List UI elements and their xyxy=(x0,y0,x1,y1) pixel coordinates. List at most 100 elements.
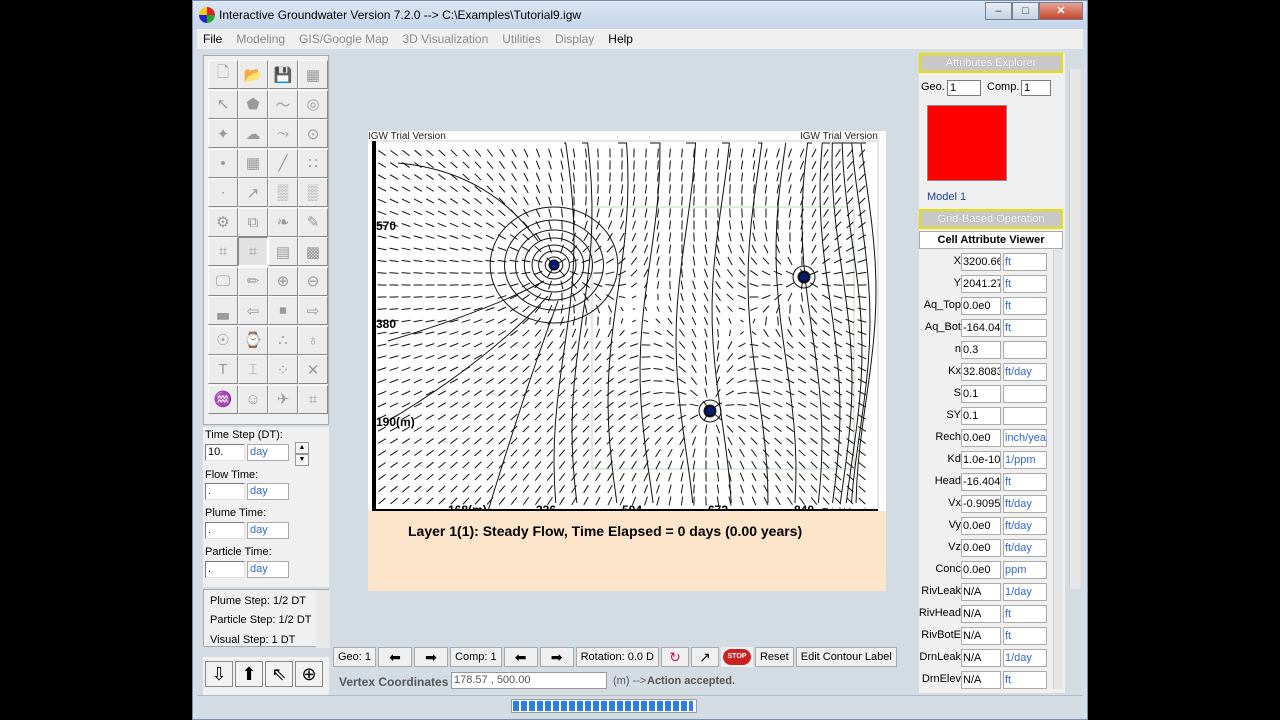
dot-icon[interactable]: • xyxy=(208,148,238,178)
grid-icon[interactable]: ⌗ xyxy=(208,237,238,266)
pan-up-icon[interactable]: ⬆ xyxy=(235,661,263,687)
attr-unit[interactable]: ft xyxy=(1003,253,1047,271)
vertex-line-icon[interactable]: ╱ xyxy=(268,148,298,178)
attr-value[interactable]: 0.0e0 xyxy=(961,297,1001,315)
model-color-swatch[interactable] xyxy=(927,105,1007,181)
plume-time-unit[interactable]: day xyxy=(247,522,289,539)
maximize-icon[interactable]: □ xyxy=(1012,2,1039,20)
monitor-icon[interactable]: 🖵 xyxy=(208,266,238,296)
reset-button[interactable]: Reset xyxy=(754,647,794,667)
comp-field[interactable]: 1 xyxy=(1021,80,1051,96)
attr-unit[interactable]: ft xyxy=(1003,671,1047,689)
attr-value[interactable]: 1.0e-10 xyxy=(961,451,1001,469)
grid-fill-icon[interactable]: ▩ xyxy=(298,237,328,266)
attr-unit[interactable]: ft/day xyxy=(1003,517,1047,535)
spin-up-icon[interactable]: ▲ xyxy=(295,442,309,454)
left-arrow-icon[interactable]: ⇦ xyxy=(238,296,268,325)
pumping-well-3[interactable] xyxy=(704,405,716,417)
attr-value[interactable]: -0.9095; xyxy=(961,495,1001,513)
attr-value[interactable]: 32.8083 xyxy=(961,363,1001,381)
menu-utilities[interactable]: Utilities xyxy=(496,32,549,46)
polyline-icon[interactable]: 〜 xyxy=(268,89,298,119)
hatched-leaf-icon[interactable]: ▒ xyxy=(268,178,298,207)
rotate-icon[interactable]: ↻ xyxy=(660,647,689,667)
time-step-spinner[interactable]: ▲ ▼ xyxy=(295,442,309,466)
attr-unit[interactable] xyxy=(1003,341,1047,359)
edit-contour-label-button[interactable]: Edit Contour Label xyxy=(795,647,897,667)
attr-value[interactable]: 3200.66 xyxy=(961,253,1001,271)
flow-time-input[interactable]: . xyxy=(205,483,245,500)
contour-flow-map[interactable] xyxy=(368,131,886,511)
pointer-star-icon[interactable]: ↗ xyxy=(238,178,268,207)
plume-time-input[interactable]: . xyxy=(205,522,245,539)
particle-time-input[interactable]: . xyxy=(205,561,245,578)
attr-value[interactable]: 0.1 xyxy=(961,385,1001,403)
tilt-icon[interactable]: ↗ xyxy=(690,647,719,667)
polygon-icon[interactable]: ⬟ xyxy=(238,89,268,119)
attr-value[interactable]: 0.0e0 xyxy=(961,561,1001,579)
menu-3d-visualization[interactable]: 3D Visualization xyxy=(396,32,496,46)
close-icon[interactable]: ✕ xyxy=(1039,2,1083,20)
time-step-input[interactable]: 10. xyxy=(205,444,245,461)
dots-grid-icon[interactable]: ∷ xyxy=(298,148,328,178)
comp-next-icon[interactable]: ➡ xyxy=(539,647,574,667)
attr-value[interactable]: 0.0e0 xyxy=(961,429,1001,447)
attr-value[interactable]: N/A xyxy=(961,671,1001,689)
stop-sign-icon[interactable]: ⏹ xyxy=(268,296,298,325)
right-arrow-icon[interactable]: ⇨ xyxy=(298,296,328,325)
open-folder-icon[interactable]: 📂 xyxy=(238,60,268,89)
title-bar[interactable]: Interactive Groundwater Version 7.2.0 --… xyxy=(193,1,1087,29)
menu-gis-google-map[interactable]: GIS/Google Map xyxy=(293,32,396,46)
attr-unit[interactable]: ft xyxy=(1003,627,1047,645)
attr-unit[interactable]: ft/day xyxy=(1003,495,1047,513)
brush-icon[interactable]: ✏ xyxy=(238,266,268,296)
attr-value[interactable]: N/A xyxy=(961,583,1001,601)
zoom-out-icon[interactable]: ⊖ xyxy=(298,266,328,296)
minimize-icon[interactable]: – xyxy=(985,2,1012,20)
attributes-explorer-header[interactable]: Attributes Explorer xyxy=(919,53,1063,73)
new-file-icon[interactable]: 🗋 xyxy=(208,60,238,89)
line-edit-icon[interactable]: ⤳ xyxy=(268,119,298,148)
vertex-coordinates-field[interactable]: 178.57 , 500.00 xyxy=(451,672,607,689)
zoom-in-icon[interactable]: ⊕ xyxy=(268,266,298,296)
circle-icon[interactable]: ◎ xyxy=(298,89,328,119)
pumping-well-1[interactable] xyxy=(548,259,560,271)
eye-settings-icon[interactable]: ☉ xyxy=(208,325,238,355)
globe-settings-icon[interactable]: ♁ xyxy=(298,325,328,355)
save-icon[interactable]: 💾 xyxy=(268,60,298,89)
chart-icon[interactable]: ▃ xyxy=(208,296,238,325)
attr-value[interactable]: N/A xyxy=(961,649,1001,667)
gear-grid-icon[interactable]: ⚙ xyxy=(208,207,238,237)
grid-operation-header[interactable]: Grid-Based Operation xyxy=(919,209,1063,229)
attr-unit[interactable]: 1/day xyxy=(1003,583,1047,601)
geo-next-icon[interactable]: ➡ xyxy=(414,647,449,667)
point-add-icon[interactable]: ✦ xyxy=(208,119,238,148)
spin-down-icon[interactable]: ▼ xyxy=(295,454,309,466)
comp-prev-icon[interactable]: ⬅ xyxy=(503,647,538,667)
attr-value[interactable]: N/A xyxy=(961,605,1001,623)
menu-modeling[interactable]: Modeling xyxy=(230,32,293,46)
attr-unit[interactable]: ft xyxy=(1003,319,1047,337)
leaf-icon[interactable]: ❧ xyxy=(268,207,298,237)
cell-grid-icon[interactable]: ▦ xyxy=(238,148,268,178)
plume-step-label[interactable]: Plume Step: 1/2 DT xyxy=(210,595,306,607)
attr-unit[interactable] xyxy=(1003,407,1047,425)
pointer-icon[interactable]: ↖ xyxy=(208,89,238,119)
attr-unit[interactable]: ppm xyxy=(1003,561,1047,579)
panel-scrollbar[interactable] xyxy=(1069,69,1081,589)
clock-settings-icon[interactable]: ⌚ xyxy=(238,325,268,355)
attr-value[interactable]: 2041.27 xyxy=(961,275,1001,293)
attr-unit[interactable] xyxy=(1003,385,1047,403)
step-scrollbar[interactable] xyxy=(316,590,330,648)
grid-rows-icon[interactable]: ▤ xyxy=(268,237,298,266)
attr-unit[interactable]: ft xyxy=(1003,297,1047,315)
grid-active-icon[interactable]: ⌗ xyxy=(238,237,268,266)
menu-file[interactable]: File xyxy=(197,32,230,46)
menu-display[interactable]: Display xyxy=(549,32,602,46)
scatter-icon[interactable]: ⁘ xyxy=(268,355,298,384)
copy-grid-icon[interactable]: ⧉ xyxy=(238,207,268,237)
single-point-icon[interactable]: ∙ xyxy=(208,178,238,207)
grid-view-icon[interactable]: ▦ xyxy=(298,60,328,89)
opt-icon[interactable]: ⌗ xyxy=(298,384,328,414)
zoom-circle-icon[interactable]: ⊙ xyxy=(298,119,328,148)
